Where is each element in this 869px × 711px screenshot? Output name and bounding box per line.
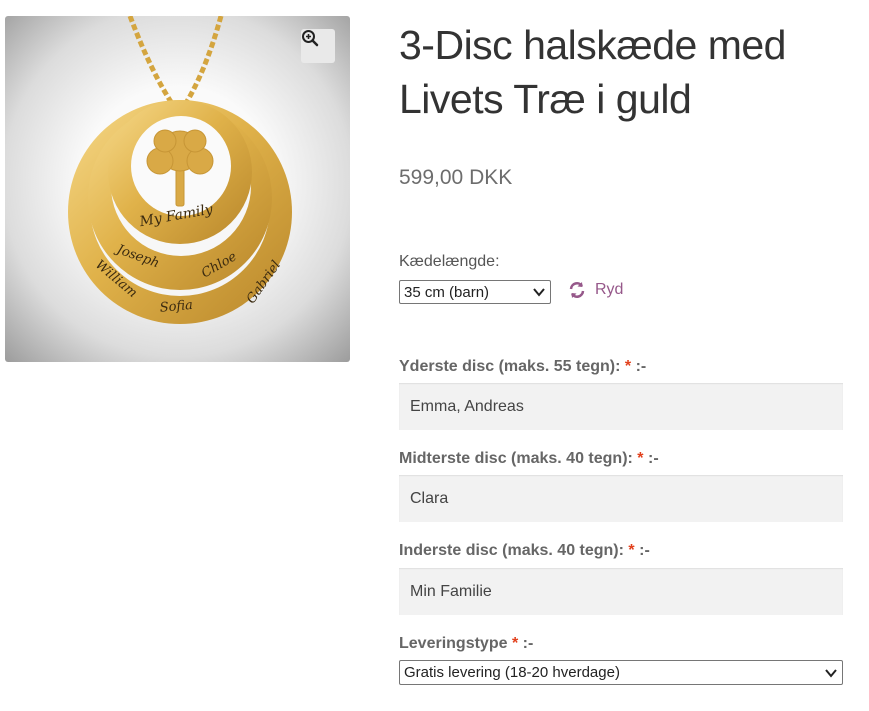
required-mark: * <box>628 542 635 559</box>
required-mark: * <box>511 635 519 652</box>
shipping-type-selected: Gratis levering (18-20 hverdage) <box>404 664 620 681</box>
required-mark: * <box>624 358 632 375</box>
shipping-type-select[interactable]: Gratis levering (18-20 hverdage) <box>399 660 843 685</box>
refresh-icon <box>569 282 585 298</box>
zoom-button[interactable] <box>301 29 335 63</box>
engraving-outer-center: Sofia <box>159 298 193 316</box>
outer-disc-input[interactable]: Emma, Andreas <box>399 383 843 430</box>
reset-variations-link[interactable]: Ryd <box>567 280 623 300</box>
chevron-down-icon <box>533 288 545 297</box>
middle-disc-input[interactable]: Clara <box>399 475 843 522</box>
product-image[interactable]: My Family Joseph Chloe William Sofia Gab… <box>5 16 350 362</box>
chevron-down-icon <box>825 669 837 678</box>
outer-disc-label: Yderste disc (maks. 55 tegn): * :- <box>399 358 646 376</box>
middle-disc-value: Clara <box>410 489 449 507</box>
product-title: 3-Disc halskæde med Livets Træ i guld <box>399 18 844 126</box>
middle-disc-label-text: Midterste disc (maks. 40 tegn): <box>399 450 633 467</box>
chain-length-label: Kædelængde: <box>399 253 500 270</box>
product-title-line-1: 3-Disc halskæde med <box>399 22 787 68</box>
product-price: 599,00 DKK <box>399 166 513 189</box>
shipping-type-label: Leveringstype * :- <box>399 635 533 653</box>
label-suffix: :- <box>522 635 534 652</box>
shipping-type-label-text: Leveringstype <box>399 635 508 652</box>
inner-disc-input[interactable]: Min Familie <box>399 568 843 615</box>
reset-label: Ryd <box>595 281 624 298</box>
label-suffix: :- <box>639 542 650 559</box>
inner-disc-label-text: Inderste disc (maks. 40 tegn): <box>399 542 624 559</box>
magnifier-plus-icon <box>302 30 319 47</box>
middle-disc-label: Midterste disc (maks. 40 tegn): * :- <box>399 450 659 468</box>
product-title-line-2: Livets Træ i guld <box>399 76 692 122</box>
outer-disc-label-text: Yderste disc (maks. 55 tegn): <box>399 358 621 375</box>
inner-disc-value: Min Familie <box>410 582 492 600</box>
chain-length-select[interactable]: 35 cm (barn) <box>399 280 551 304</box>
required-mark: * <box>637 450 644 467</box>
label-suffix: :- <box>635 358 647 375</box>
product-summary: 3-Disc halskæde med Livets Træ i guld <box>399 18 844 126</box>
outer-disc-value: Emma, Andreas <box>410 397 524 415</box>
necklace-illustration: My Family Joseph Chloe William Sofia Gab… <box>68 16 292 324</box>
inner-disc-label: Inderste disc (maks. 40 tegn): * :- <box>399 542 650 560</box>
label-suffix: :- <box>647 450 659 467</box>
chain-length-selected: 35 cm (barn) <box>404 283 490 301</box>
